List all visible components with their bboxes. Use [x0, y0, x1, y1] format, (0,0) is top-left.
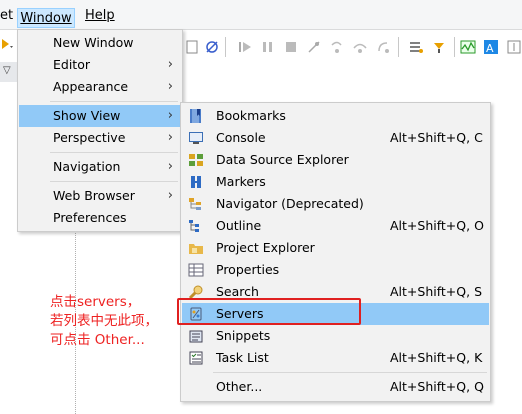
menu-window[interactable]: Window [17, 8, 75, 28]
menu-separator [50, 101, 178, 102]
menu-help-label: Help [85, 8, 115, 23]
navigator-icon [189, 198, 201, 210]
menu-item-label: Navigation [53, 159, 121, 174]
menu-item-label: Show View [53, 108, 121, 123]
menu-item-web-browser[interactable]: Web Browser › [19, 185, 181, 207]
view-item-label: Bookmarks [216, 108, 286, 123]
view-item-shortcut: Alt+Shift+Q, S [390, 284, 483, 299]
chevron-right-icon: › [167, 130, 173, 145]
task-list-icon [189, 351, 203, 365]
menu-set-partial[interactable]: et [0, 7, 13, 25]
view-item-project-explorer[interactable]: Project Explorer [182, 237, 489, 259]
menu-item-show-view[interactable]: Show View › [19, 105, 181, 127]
markers-icon [191, 176, 201, 188]
view-item-other[interactable]: Other... Alt+Shift+Q, Q [182, 376, 489, 398]
view-item-label: Markers [216, 174, 266, 189]
menu-item-new-window[interactable]: New Window [19, 32, 181, 54]
outline-icon [189, 220, 199, 232]
annotation-line: 可点击 Other... [50, 332, 145, 348]
servers-highlight-box [177, 298, 361, 325]
console-icon [189, 132, 203, 144]
menu-item-label: Perspective [53, 130, 126, 145]
data-source-explorer-icon [189, 154, 203, 166]
view-item-shortcut: Alt+Shift+Q, O [390, 218, 484, 233]
view-item-label: Data Source Explorer [216, 152, 349, 167]
menu-item-label: Appearance [53, 79, 129, 94]
editor-area-tab[interactable]: ▽ [0, 62, 17, 82]
menu-item-label: Preferences [53, 210, 127, 225]
view-item-data-source-explorer[interactable]: Data Source Explorer [182, 149, 489, 171]
menu-item-label: Editor [53, 57, 90, 72]
disconnect-icon[interactable] [306, 39, 322, 55]
menu-item-label: Web Browser [53, 188, 135, 203]
menu-separator [50, 152, 178, 153]
view-item-shortcut: Alt+Shift+Q, C [390, 130, 483, 145]
view-item-shortcut: Alt+Shift+Q, K [390, 350, 483, 365]
chevron-right-icon: › [167, 108, 173, 123]
chevron-right-icon: › [167, 188, 173, 203]
menu-bar: et Window Help [0, 0, 522, 30]
toolbar-separator [398, 37, 399, 57]
menu-item-perspective[interactable]: Perspective › [19, 127, 181, 149]
annotation-text: 点击servers， 若列表中无此项， 可点击 Other... [50, 293, 175, 350]
menu-separator [50, 181, 178, 182]
annotation-icon[interactable]: A [483, 39, 499, 55]
view-item-snippets[interactable]: Snippets [182, 325, 489, 347]
debug-settings-icon[interactable] [431, 39, 447, 55]
toolbar-separator [454, 37, 455, 57]
step-over-icon[interactable] [352, 39, 368, 55]
view-item-bookmarks[interactable]: Bookmarks [182, 105, 489, 127]
view-item-markers[interactable]: Markers [182, 171, 489, 193]
chevron-right-icon: › [167, 79, 173, 94]
menu-help[interactable]: Help [85, 7, 115, 25]
show-view-submenu: Bookmarks Console Alt+Shift+Q, C Data So… [180, 102, 491, 402]
main-toolbar: A [182, 31, 522, 63]
view-item-outline[interactable]: Outline Alt+Shift+Q, O [182, 215, 489, 237]
view-item-label: Task List [216, 350, 269, 365]
menu-window-label: Window [20, 11, 72, 26]
step-return-icon[interactable] [375, 39, 391, 55]
annotation-line: 若列表中无此项， [50, 313, 158, 329]
toolbar-separator [225, 37, 226, 57]
properties-icon [188, 263, 204, 277]
view-item-label: Properties [216, 262, 280, 277]
menu-item-preferences[interactable]: Preferences [19, 207, 181, 229]
bookmarks-icon [190, 109, 201, 123]
view-item-label: Navigator (Deprecated) [216, 196, 364, 211]
file-icon[interactable] [184, 39, 200, 55]
view-item-label: Other... [216, 379, 263, 394]
skip-breakpoints-icon[interactable] [204, 39, 220, 55]
project-explorer-icon [189, 244, 203, 254]
suspend-icon[interactable] [260, 39, 276, 55]
chevron-down-icon[interactable]: ▽ [3, 65, 11, 76]
view-item-navigator[interactable]: Navigator (Deprecated) [182, 193, 489, 215]
resume-icon[interactable] [237, 39, 253, 55]
use-step-filters-icon[interactable] [408, 39, 424, 55]
view-item-console[interactable]: Console Alt+Shift+Q, C [182, 127, 489, 149]
chevron-right-icon: › [167, 57, 173, 72]
monitor-icon[interactable] [460, 39, 476, 55]
view-item-label: Outline [216, 218, 262, 233]
view-item-properties[interactable]: Properties [182, 259, 489, 281]
menu-item-appearance[interactable]: Appearance › [19, 76, 181, 98]
menu-separator [213, 372, 487, 373]
view-item-shortcut: Alt+Shift+Q, Q [390, 379, 484, 394]
menu-item-label: New Window [53, 35, 134, 50]
snippets-icon [189, 330, 203, 343]
more-toolbar-icon[interactable] [506, 39, 522, 55]
view-item-task-list[interactable]: Task List Alt+Shift+Q, K [182, 347, 489, 369]
view-item-label: Console [216, 130, 266, 145]
annotation-line: 点击servers， [50, 294, 141, 310]
menu-item-editor[interactable]: Editor › [19, 54, 181, 76]
step-into-icon[interactable] [329, 39, 345, 55]
view-item-label: Snippets [216, 328, 271, 343]
view-item-label: Project Explorer [216, 240, 315, 255]
chevron-right-icon: › [167, 159, 173, 174]
terminate-icon[interactable] [283, 39, 299, 55]
menu-item-navigation[interactable]: Navigation › [19, 156, 181, 178]
svg-text:A: A [486, 42, 494, 55]
window-menu-dropdown: New Window Editor › Appearance › Show Vi… [17, 29, 183, 232]
run-icon-partial[interactable] [0, 36, 14, 55]
